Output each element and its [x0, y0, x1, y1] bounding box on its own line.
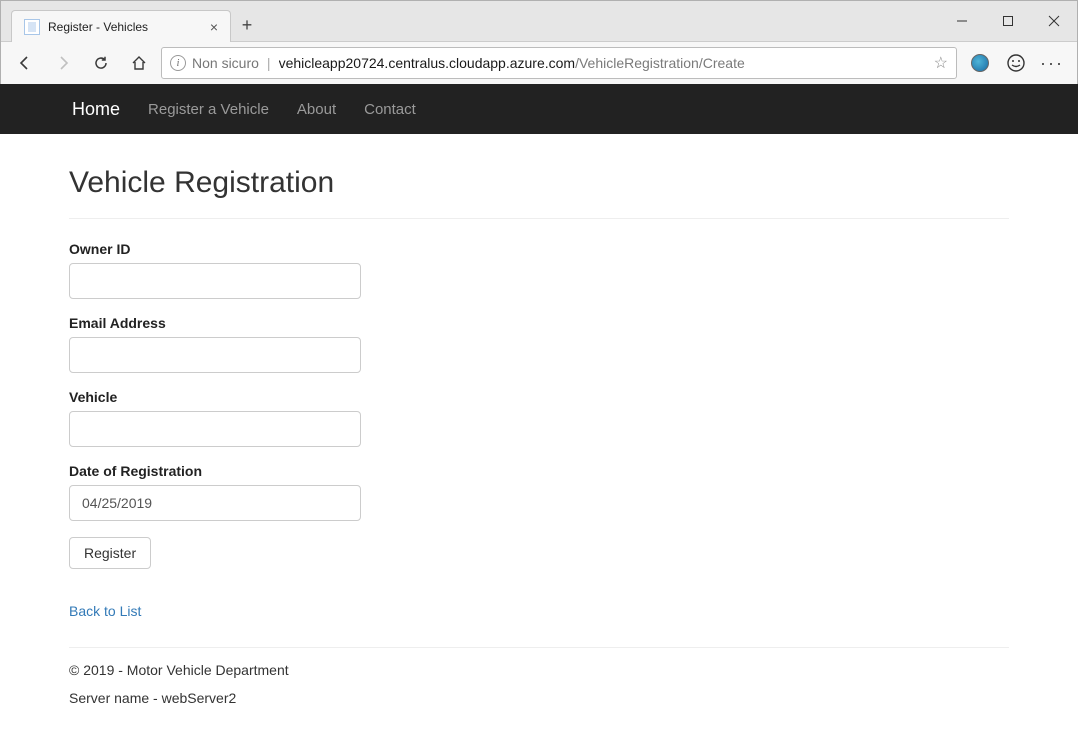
address-bar[interactable]: i Non sicuro | vehicleapp20724.centralus…: [161, 47, 957, 79]
close-window-button[interactable]: [1031, 5, 1077, 37]
nav-home[interactable]: Home: [72, 99, 120, 120]
url-text: vehicleapp20724.centralus.cloudapp.azure…: [279, 55, 926, 71]
date-input[interactable]: [69, 485, 361, 521]
addressbar-row: i Non sicuro | vehicleapp20724.centralus…: [1, 41, 1077, 84]
form-group-owner-id: Owner ID: [69, 241, 1009, 299]
footer: © 2019 - Motor Vehicle Department Server…: [69, 647, 1009, 706]
feedback-icon[interactable]: [999, 47, 1033, 79]
close-tab-icon[interactable]: ×: [210, 19, 218, 35]
nav-register[interactable]: Register a Vehicle: [148, 101, 269, 118]
nav-contact[interactable]: Contact: [364, 101, 416, 118]
more-menu-icon[interactable]: ···: [1035, 47, 1069, 79]
titlebar: Register - Vehicles × +: [1, 1, 1077, 41]
owner-id-input[interactable]: [69, 263, 361, 299]
refresh-button[interactable]: [85, 47, 117, 79]
tab-title: Register - Vehicles: [48, 20, 148, 34]
page-title: Vehicle Registration: [69, 166, 1009, 200]
url-path: /VehicleRegistration/Create: [575, 55, 745, 71]
email-label: Email Address: [69, 315, 1009, 331]
new-tab-button[interactable]: +: [231, 9, 263, 41]
forward-button[interactable]: [47, 47, 79, 79]
home-button[interactable]: [123, 47, 155, 79]
favicon-icon: [24, 19, 40, 35]
info-icon: i: [170, 55, 186, 71]
maximize-button[interactable]: [985, 5, 1031, 37]
form-group-date: Date of Registration: [69, 463, 1009, 521]
email-input[interactable]: [69, 337, 361, 373]
minimize-button[interactable]: [939, 5, 985, 37]
date-label: Date of Registration: [69, 463, 1009, 479]
main-container: Vehicle Registration Owner ID Email Addr…: [69, 134, 1009, 740]
browser-tab[interactable]: Register - Vehicles ×: [11, 10, 231, 42]
form-actions: Register: [69, 537, 1009, 569]
vehicle-label: Vehicle: [69, 389, 1009, 405]
footer-server: Server name - webServer2: [69, 690, 1009, 706]
site-nav: Home Register a Vehicle About Contact: [0, 84, 1078, 134]
url-host: vehicleapp20724.centralus.cloudapp.azure…: [279, 55, 576, 71]
browser-chrome: Register - Vehicles × +: [0, 0, 1078, 84]
nav-about[interactable]: About: [297, 101, 336, 118]
vehicle-input[interactable]: [69, 411, 361, 447]
tab-strip: Register - Vehicles × +: [1, 1, 939, 41]
extension-icon[interactable]: [963, 47, 997, 79]
security-label: Non sicuro: [192, 55, 259, 71]
footer-copyright: © 2019 - Motor Vehicle Department: [69, 662, 1009, 678]
security-indicator[interactable]: i Non sicuro: [170, 55, 259, 71]
back-button[interactable]: [9, 47, 41, 79]
owner-id-label: Owner ID: [69, 241, 1009, 257]
form-group-vehicle: Vehicle: [69, 389, 1009, 447]
page-viewport: Home Register a Vehicle About Contact Ve…: [0, 84, 1078, 740]
toolbar-right: ···: [963, 47, 1069, 79]
window-controls: [939, 1, 1077, 41]
register-button[interactable]: Register: [69, 537, 151, 569]
back-to-list-link[interactable]: Back to List: [69, 603, 1009, 619]
favorite-icon[interactable]: ☆: [934, 53, 948, 73]
separator-icon: |: [267, 55, 271, 71]
divider: [69, 218, 1009, 219]
form-group-email: Email Address: [69, 315, 1009, 373]
